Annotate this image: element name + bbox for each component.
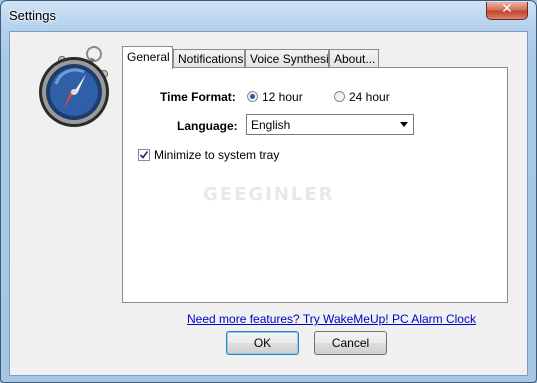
tab-notifications-label: Notifications (178, 52, 244, 66)
radio-12-hour[interactable] (247, 91, 258, 102)
cancel-button[interactable]: Cancel (314, 331, 387, 355)
tab-about[interactable]: About... (329, 49, 379, 68)
language-select-value: English (251, 118, 291, 132)
time-format-label: Time Format: (160, 90, 236, 104)
ok-button-label: OK (253, 336, 272, 350)
stopwatch-icon (39, 46, 109, 127)
language-label: Language: (177, 119, 238, 133)
minimize-to-tray-checkbox[interactable] (138, 149, 150, 161)
radio-24-hour-label[interactable]: 24 hour (349, 90, 390, 104)
radio-24-hour[interactable] (334, 91, 345, 102)
minimize-to-tray-label[interactable]: Minimize to system tray (154, 148, 279, 162)
title-bar[interactable]: Settings ✕ (1, 1, 536, 31)
tab-general[interactable]: General (122, 46, 173, 69)
dialog-client-area: General Notifications Voice Synthesis Ab… (9, 31, 528, 376)
window-title: Settings (9, 8, 56, 23)
close-icon: ✕ (501, 1, 513, 17)
chevron-down-icon (400, 122, 408, 127)
language-select[interactable]: English (246, 114, 414, 135)
tab-notifications[interactable]: Notifications (173, 49, 245, 68)
wakemeup-link[interactable]: Need more features? Try WakeMeUp! PC Ala… (187, 312, 476, 326)
settings-window: Settings ✕ General Notifications Voice S… (0, 0, 537, 383)
tab-general-label: General (127, 50, 170, 64)
watermark: GEEGINLER (203, 184, 335, 205)
checkmark-icon (139, 150, 149, 159)
tab-about-label: About... (334, 52, 376, 66)
ok-button[interactable]: OK (226, 331, 299, 355)
tab-voice-synthesis-label: Voice Synthesis (250, 52, 335, 66)
general-tab-panel: Time Format: 12 hour 24 hour Language: E… (122, 67, 508, 303)
cancel-button-label: Cancel (331, 336, 370, 350)
radio-12-hour-label[interactable]: 12 hour (262, 90, 303, 104)
close-button[interactable]: ✕ (486, 1, 528, 20)
tab-voice-synthesis[interactable]: Voice Synthesis (245, 49, 335, 68)
